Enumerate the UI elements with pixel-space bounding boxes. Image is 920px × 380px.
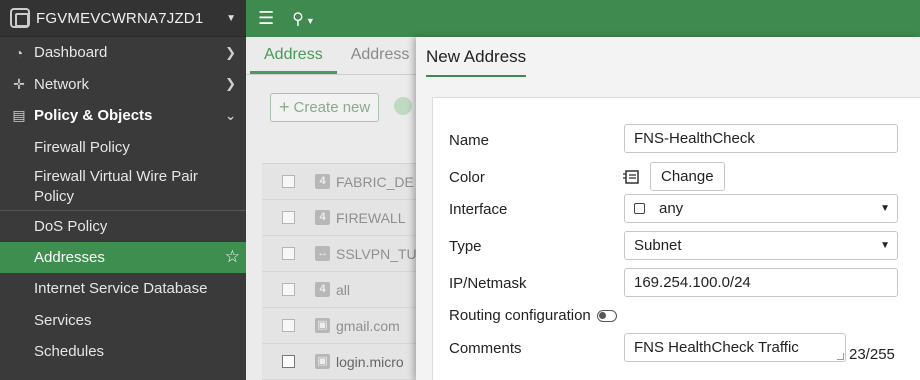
star-icon[interactable]: ☆	[225, 247, 240, 267]
change-label: Change	[661, 168, 714, 185]
interface-icon	[634, 203, 645, 214]
sidebar-item-label: Dashboard	[34, 44, 108, 62]
interface-label: Interface	[449, 201, 508, 218]
sidebar-item-network[interactable]: ✛ Network ❯	[0, 69, 246, 101]
row-checkbox[interactable]	[282, 283, 295, 296]
device-icon	[10, 8, 30, 28]
table-row[interactable]: ↔ SSLVPN_TU	[262, 236, 420, 272]
interface-value: any	[659, 200, 684, 217]
device-name: FGVMEVCWRNA7JZD1	[36, 9, 204, 27]
resize-grip-icon[interactable]	[837, 353, 844, 360]
sidebar-item-label: Firewall Policy	[34, 138, 130, 156]
address-type-icon: 4	[315, 174, 330, 189]
row-checkbox[interactable]	[282, 211, 295, 224]
sidebar-item-label: Network	[34, 75, 90, 93]
row-checkbox[interactable]	[282, 319, 295, 332]
color-label: Color	[449, 169, 485, 186]
table-row[interactable]: ▣ gmail.com	[262, 308, 420, 344]
edit-icon[interactable]	[394, 97, 412, 115]
interface-select[interactable]: any ▼	[624, 194, 898, 223]
create-new-label: Create new	[293, 99, 371, 116]
row-name: FABRIC_DE	[336, 173, 414, 190]
tab-address-group[interactable]: Address	[337, 46, 424, 74]
change-color-button[interactable]: Change	[650, 162, 725, 191]
pane-title: New Address	[426, 47, 527, 77]
type-select[interactable]: Subnet ▼	[624, 231, 898, 260]
gauge-icon: ◔	[14, 44, 24, 61]
sidebar-item-addresses[interactable]: Addresses ☆	[0, 241, 246, 273]
sidebar-item-dos-policy[interactable]: DoS Policy	[0, 210, 246, 242]
sidebar-item-firewall-policy[interactable]: Firewall Policy	[0, 132, 246, 164]
name-label: Name	[449, 132, 490, 149]
dropdown-arrow-icon: ▼	[880, 203, 890, 214]
sidebar-item-label: DoS Policy	[34, 217, 108, 235]
sidebar-item-label: Services	[34, 311, 92, 329]
plus-icon: +	[279, 97, 290, 117]
type-label: Type	[449, 238, 482, 255]
sidebar-item-schedules[interactable]: Schedules	[0, 336, 246, 368]
name-value: FNS-HealthCheck	[634, 130, 755, 147]
fqdn-icon: ▣	[315, 354, 330, 369]
sidebar-item-internet-service-database[interactable]: Internet Service Database	[0, 273, 246, 305]
fqdn-icon: ▣	[315, 318, 330, 333]
comments-textarea[interactable]: FNS HealthCheck Traffic	[624, 333, 846, 362]
row-name: FIREWALL	[336, 209, 406, 226]
search-icon[interactable]: ⚲ ▼	[292, 9, 315, 29]
ip-netmask-field[interactable]: 169.254.100.0/24	[624, 268, 898, 297]
chevron-down-icon: ⌄	[225, 107, 236, 123]
row-name: SSLVPN_TU	[336, 245, 417, 262]
sidebar-item-services[interactable]: Services	[0, 305, 246, 337]
sidebar-item-label: Policy & Objects	[34, 107, 153, 125]
tab-address[interactable]: Address	[250, 46, 337, 74]
name-field[interactable]: FNS-HealthCheck	[624, 124, 898, 153]
comments-counter: 23/255	[849, 346, 895, 363]
table-row[interactable]: 4 FIREWALL	[262, 200, 420, 236]
document-icon: ▤	[12, 107, 26, 124]
address-type-icon: 4	[315, 210, 330, 225]
row-checkbox[interactable]	[282, 175, 295, 188]
comments-label: Comments	[449, 340, 522, 357]
table-row[interactable]: ▣ login.micro	[262, 344, 420, 380]
comments-value: FNS HealthCheck Traffic	[634, 339, 799, 356]
hamburger-icon[interactable]: ☰	[258, 8, 274, 29]
new-address-pane: New Address Name FNS-HealthCheck Color C…	[416, 37, 920, 380]
color-swatch-icon	[623, 170, 639, 184]
routing-configuration-toggle[interactable]	[597, 310, 617, 322]
sidebar-item-label: Addresses	[34, 248, 105, 266]
create-new-button[interactable]: + Create new	[270, 93, 380, 122]
network-icon: ✛	[13, 75, 25, 92]
sidebar-item-policy-objects[interactable]: ▤ Policy & Objects ⌄	[0, 100, 246, 132]
sidebar-item-dashboard[interactable]: ◔ Dashboard ❯	[0, 37, 246, 69]
ip-netmask-value: 169.254.100.0/24	[634, 274, 751, 291]
chevron-right-icon: ❯	[225, 76, 236, 92]
sidebar-item-label: Firewall Virtual Wire Pair Policy	[34, 167, 198, 205]
table-row[interactable]: 4 FABRIC_DE	[262, 164, 420, 200]
type-value: Subnet	[634, 237, 682, 254]
address-form: Name FNS-HealthCheck Color Change Interf…	[432, 97, 920, 380]
sidebar: FGVMEVCWRNA7JZD1 ▼ ◔ Dashboard ❯ ✛ Netwo…	[0, 0, 246, 380]
table-row[interactable]: 4 all	[262, 272, 420, 308]
sidebar-item-label: Internet Service Database	[34, 280, 208, 298]
row-checkbox[interactable]	[282, 247, 295, 260]
caret-down-icon: ▼	[305, 15, 315, 26]
row-name: login.micro	[336, 353, 404, 370]
dropdown-arrow-icon: ▼	[880, 240, 890, 251]
device-selector[interactable]: FGVMEVCWRNA7JZD1 ▼	[0, 0, 246, 37]
caret-down-icon: ▼	[226, 12, 236, 24]
sidebar-item-label: Schedules	[34, 343, 105, 361]
address-type-icon: 4	[315, 282, 330, 297]
address-table: 4 FABRIC_DE 4 FIREWALL ↔ SSLVPN_TU 4 all…	[262, 163, 420, 380]
routing-configuration-label: Routing configuration	[449, 307, 591, 324]
top-bar: ☰ ⚲ ▼	[246, 0, 920, 37]
chevron-right-icon: ❯	[225, 44, 236, 60]
range-icon: ↔	[315, 246, 330, 261]
row-checkbox[interactable]	[282, 355, 295, 368]
sidebar-item-virtual-wire-pair-policy[interactable]: Firewall Virtual Wire Pair Policy	[0, 163, 246, 210]
ip-netmask-label: IP/Netmask	[449, 275, 527, 292]
row-name: all	[336, 281, 351, 298]
row-name: gmail.com	[336, 317, 400, 334]
